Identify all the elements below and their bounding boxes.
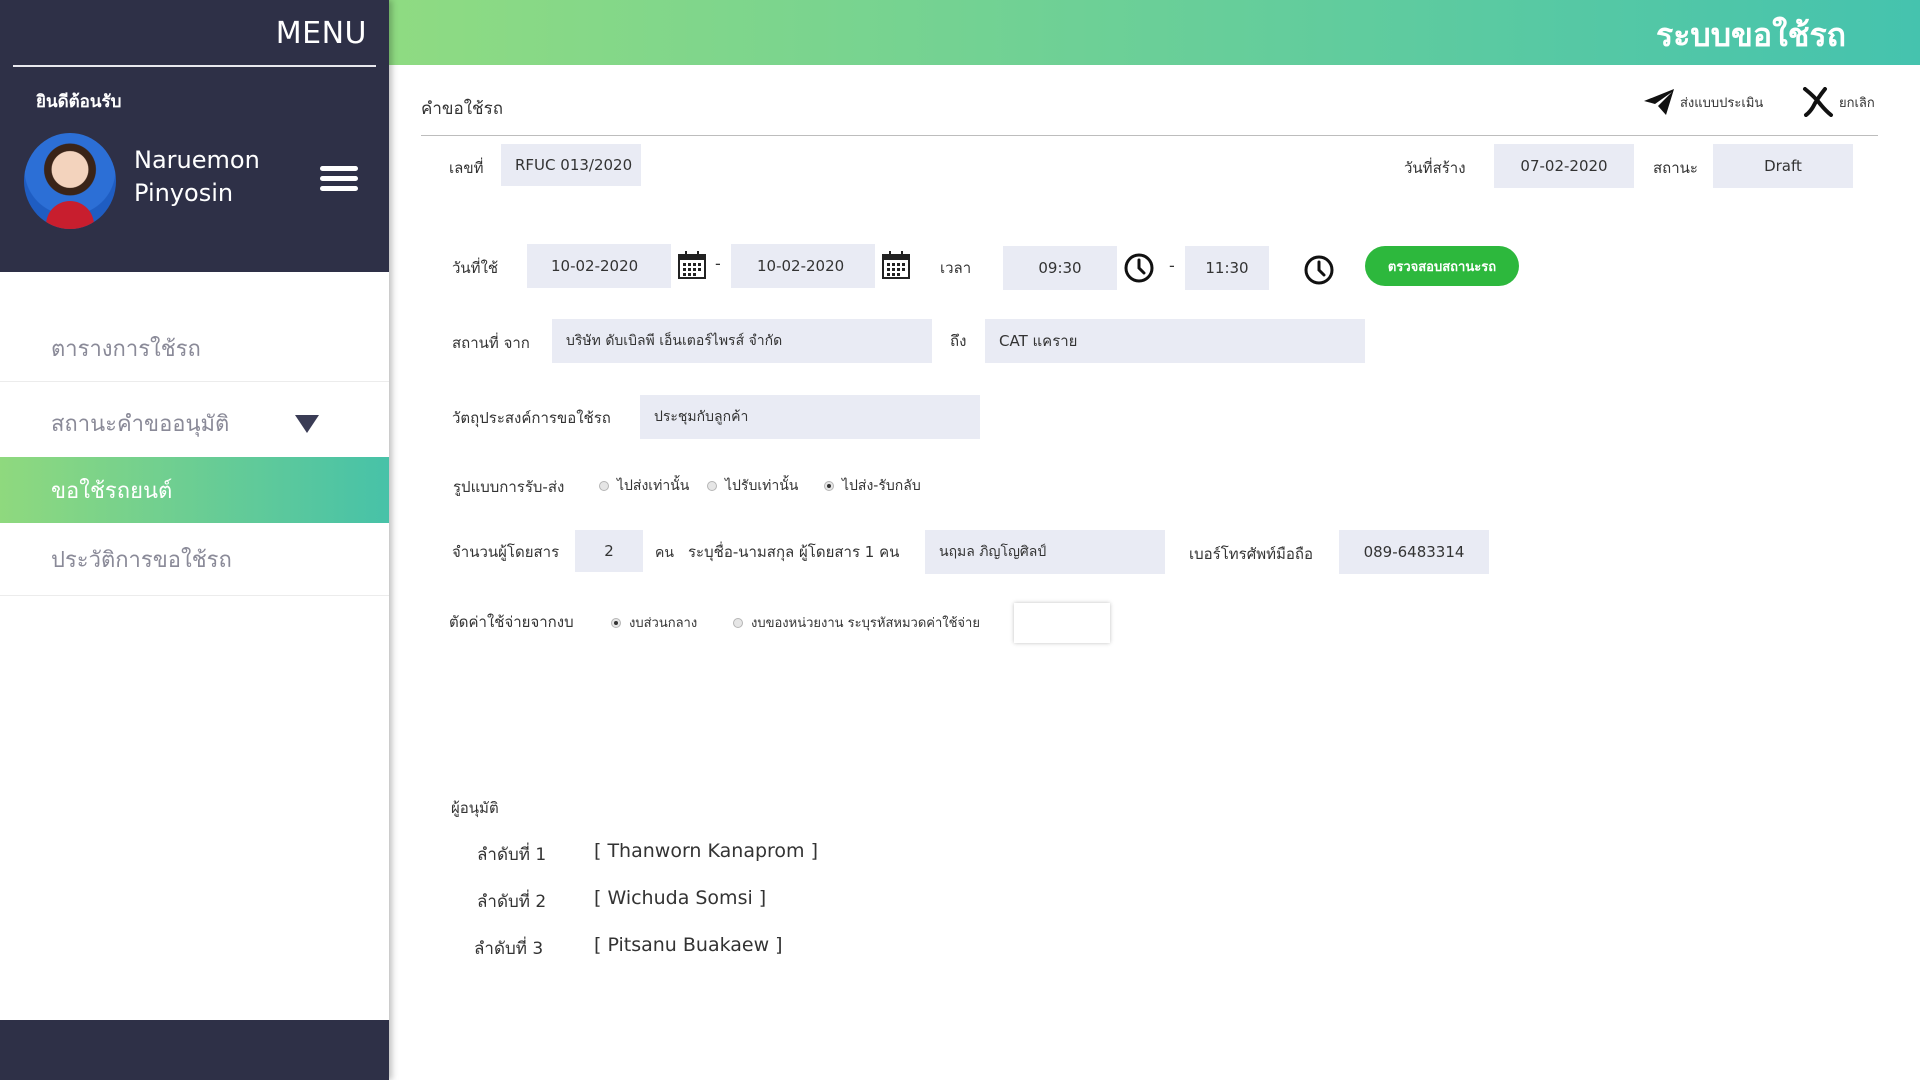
person-unit-label: คน [655,545,674,561]
date-to-input[interactable]: 10-02-2020 [731,244,875,288]
pickup-type-label: รูปแบบการรับ-ส่ง [453,478,565,496]
status-field: Draft [1713,144,1853,188]
pickup-option-label: ไปรับเท่านั้น [725,478,799,494]
pickup-option-pickup-only[interactable]: ไปรับเท่านั้น [707,475,798,497]
welcome-text: ยินดีต้อนรับ [36,92,122,112]
sidebar-item-request-history[interactable]: ประวัติการขอใช้รถ [0,524,389,596]
purpose-label: วัตถุประสงค์การขอใช้รถ [452,409,611,427]
main-content: คำขอใช้รถ ส่งแบบประเมิน ยกเลิก เลขที่ RF… [389,65,1920,1080]
approvers-label: ผู้อนุมัติ [451,799,499,817]
title-divider [421,135,1878,136]
purpose-input[interactable]: ประชุมกับลูกค้า [640,395,980,439]
place-from-input[interactable]: บริษัท ดับเบิลพี เอ็นเตอร์ไพรส์ จำกัด [552,319,932,363]
sidebar-item-request-car[interactable]: ขอใช้รถยนต์ [0,457,389,523]
sidebar-header: MENU ยินดีต้อนรับ Naruemon Pinyosin [0,0,389,272]
created-date-field: 07-02-2020 [1494,144,1634,188]
submit-evaluation-label: ส่งแบบประเมิน [1680,95,1764,111]
radio-selected-icon[interactable] [824,481,834,491]
approver-name: [ Pitsanu Buakaew ] [594,934,783,956]
budget-option-label: งบส่วนกลาง [629,616,698,631]
use-date-label: วันที่ใช้ [452,259,499,277]
approver-name: [ Thanworn Kanaprom ] [594,840,819,862]
radio-icon[interactable] [733,617,743,628]
approver-order: ลำดับที่ 3 [474,939,544,959]
sidebar-item-label: ตารางการใช้รถ [51,337,201,362]
time-to-input[interactable]: 11:30 [1185,246,1269,290]
clock-icon[interactable] [1123,252,1155,284]
menu-divider [13,65,376,67]
menu-title: MENU [275,16,367,51]
app-title: ระบบขอใช้รถ [1656,16,1846,54]
user-name: Naruemon Pinyosin [134,144,304,210]
cancel-label: ยกเลิก [1839,95,1875,111]
pickup-option-drop-only[interactable]: ไปส่งเท่านั้น [599,475,689,497]
calendar-icon[interactable] [881,250,911,280]
sidebar-footer [0,1020,389,1080]
phone-input[interactable]: 089-6483314 [1339,530,1489,574]
sidebar-item-car-schedule[interactable]: ตารางการใช้รถ [0,316,389,382]
time-from-input[interactable]: 09:30 [1003,246,1117,290]
budget-label: ตัดค่าใช้จ่ายจากงบ [449,613,574,631]
user-first-name: Naruemon [134,146,260,174]
phone-label: เบอร์โทรศัพท์มือถือ [1189,545,1313,563]
place-to-label: ถึง [950,332,967,350]
budget-option-central[interactable]: งบส่วนกลาง [611,612,697,633]
date-from-input[interactable]: 10-02-2020 [527,244,671,288]
submit-evaluation-button[interactable]: ส่งแบบประเมิน [1642,87,1763,117]
pickup-option-label: ไปส่ง-รับกลับ [842,478,921,494]
radio-icon[interactable] [599,481,609,491]
time-label: เวลา [940,259,972,277]
sidebar-item-label: ประวัติการขอใช้รถ [51,548,232,573]
check-car-status-button[interactable]: ตรวจสอบสถานะรถ [1365,246,1519,286]
doc-no-field: RFUC 013/2020 [501,144,641,186]
place-from-label: สถานที่ จาก [452,334,530,352]
date-range-dash: - [715,254,721,273]
place-to-input[interactable]: CAT แคราย [985,319,1365,363]
passenger-name-input[interactable]: นฤมล ภิญโญศิลป์ [925,530,1165,574]
sidebar-item-label: สถานะคำขออนุมัติ [51,412,230,437]
avatar [24,133,116,229]
pickup-option-label: ไปส่งเท่านั้น [617,478,690,494]
page-title: คำขอใช้รถ [421,99,504,119]
close-icon [1803,87,1833,117]
paper-plane-icon [1644,89,1674,115]
passengers-label: จำนวนผู้โดยสาร [452,543,560,561]
approver-order: ลำดับที่ 2 [477,892,547,912]
hamburger-menu-icon[interactable] [320,166,358,192]
radio-icon[interactable] [707,481,717,491]
cancel-button[interactable]: ยกเลิก [1801,87,1875,117]
sidebar: MENU ยินดีต้อนรับ Naruemon Pinyosin ตารา… [0,0,389,1080]
status-label: สถานะ [1653,159,1698,177]
created-date-label: วันที่สร้าง [1404,159,1466,177]
time-range-dash: - [1169,256,1175,275]
radio-selected-icon[interactable] [611,617,621,628]
pickup-option-round-trip[interactable]: ไปส่ง-รับกลับ [824,475,921,497]
top-bar: ระบบขอใช้รถ [389,0,1920,65]
sidebar-item-approval-status[interactable]: สถานะคำขออนุมัติ [0,389,389,459]
clock-icon[interactable] [1303,254,1335,286]
doc-no-label: เลขที่ [449,159,484,177]
user-last-name: Pinyosin [134,179,234,207]
budget-option-department[interactable]: งบของหน่วยงาน ระบุรหัสหมวดค่าใช้จ่าย [733,612,980,633]
passenger-name-label: ระบุชื่อ-นามสกุล ผู้โดยสาร 1 คน [688,543,900,561]
sidebar-item-label: ขอใช้รถยนต์ [51,478,173,504]
caret-down-icon[interactable] [295,415,319,433]
approver-order: ลำดับที่ 1 [477,845,547,865]
budget-code-input[interactable] [1014,603,1110,643]
passengers-input[interactable]: 2 [575,530,643,572]
calendar-icon[interactable] [677,250,707,280]
budget-option-label: งบของหน่วยงาน ระบุรหัสหมวดค่าใช้จ่าย [751,616,980,631]
approver-name: [ Wichuda Somsi ] [594,887,767,909]
